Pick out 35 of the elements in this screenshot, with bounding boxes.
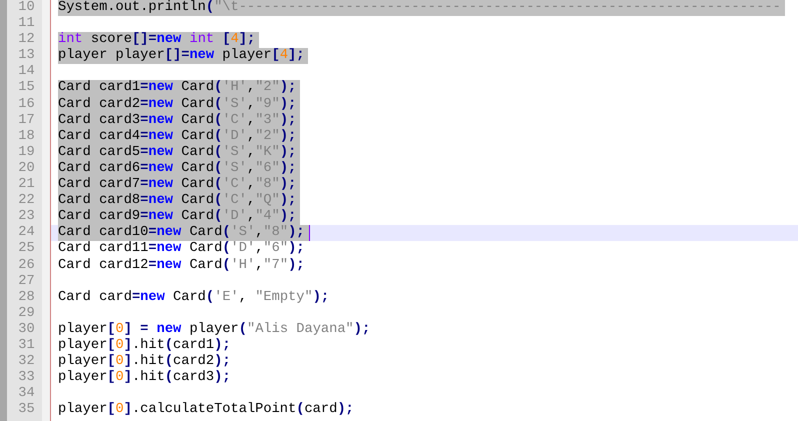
code-line: player[0] = new player("Alis Dayana"); xyxy=(58,322,372,338)
text-cursor xyxy=(308,225,310,242)
line-number: 31 xyxy=(18,338,35,353)
line-number: 12 xyxy=(18,32,35,48)
line-number: 17 xyxy=(18,112,35,128)
code-line: Card card=new Card('E', "Empty"); xyxy=(58,290,330,306)
line-number: 22 xyxy=(18,193,35,208)
code-line: player[0].calculateTotalPoint(card); xyxy=(58,402,355,418)
line-number: 29 xyxy=(18,306,35,321)
line-number: 15 xyxy=(18,80,35,96)
line-number: 32 xyxy=(18,354,35,370)
line-number: 34 xyxy=(18,386,35,402)
line-number: 20 xyxy=(18,160,35,176)
line-number: 14 xyxy=(18,64,35,80)
code-line: Card card11=new Card('D',"6"); xyxy=(58,241,306,258)
line-number: 28 xyxy=(18,290,35,305)
code-line: player[0].hit(card2); xyxy=(58,354,232,370)
line-number: 23 xyxy=(18,209,35,224)
line-number: 13 xyxy=(18,48,35,64)
line-number: 10 xyxy=(18,0,35,15)
line-number: 33 xyxy=(18,370,35,386)
line-number: 24 xyxy=(18,225,35,240)
code-line: player[0].hit(card3); xyxy=(58,370,232,386)
code-line: player[0].hit(card1); xyxy=(58,338,232,354)
line-number: 35 xyxy=(18,402,35,418)
line-number: 25 xyxy=(18,241,35,256)
line-number: 18 xyxy=(18,128,35,144)
line-number: 27 xyxy=(18,274,35,289)
line-number: 16 xyxy=(18,96,35,112)
line-number: 26 xyxy=(18,258,35,272)
code-line: Card card12=new Card('H',"7"); xyxy=(58,258,306,274)
line-number: 21 xyxy=(18,177,35,192)
line-number: 30 xyxy=(18,322,35,337)
line-number: 19 xyxy=(18,144,35,160)
line-number: 11 xyxy=(18,16,35,32)
